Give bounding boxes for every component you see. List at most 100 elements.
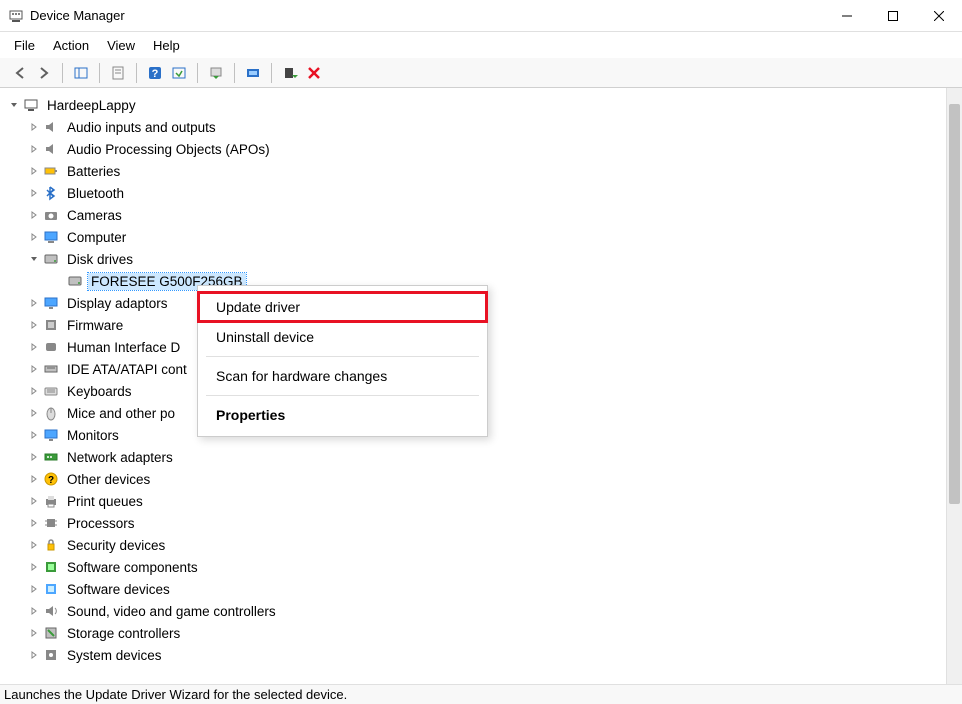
chevron-right-icon[interactable] [26, 427, 42, 443]
chevron-right-icon[interactable] [26, 185, 42, 201]
computer-icon [42, 228, 60, 246]
chevron-right-icon[interactable] [26, 361, 42, 377]
chevron-right-icon[interactable] [26, 339, 42, 355]
update-driver-button[interactable] [204, 61, 228, 85]
software-dev-icon [42, 580, 60, 598]
toolbar: ? [0, 58, 962, 88]
tree-node-label: Network adapters [64, 449, 176, 466]
chevron-right-icon[interactable] [26, 207, 42, 223]
tree-node[interactable]: Software devices [2, 578, 946, 600]
chevron-right-icon[interactable] [26, 581, 42, 597]
toolbar-separator [234, 63, 235, 83]
minimize-button[interactable] [824, 0, 870, 32]
chevron-down-icon[interactable] [6, 97, 22, 113]
close-button[interactable] [916, 0, 962, 32]
tree-node[interactable]: Processors [2, 512, 946, 534]
tree-node-label: HardeepLappy [44, 97, 139, 114]
statusbar: Launches the Update Driver Wizard for th… [0, 684, 962, 704]
tree-node-label: IDE ATA/ATAPI cont [64, 361, 190, 378]
computer-root-icon [22, 96, 40, 114]
menu-uninstall-device[interactable]: Uninstall device [198, 322, 487, 352]
menu-properties[interactable]: Properties [198, 400, 487, 430]
chevron-right-icon[interactable] [26, 449, 42, 465]
menu-view[interactable]: View [99, 36, 143, 55]
tree-node[interactable]: Audio inputs and outputs [2, 116, 946, 138]
back-button[interactable] [8, 61, 32, 85]
chevron-right-icon[interactable] [26, 163, 42, 179]
window-title: Device Manager [30, 8, 125, 23]
window-controls [824, 0, 962, 32]
tree-node[interactable]: Audio Processing Objects (APOs) [2, 138, 946, 160]
tree-node[interactable]: Security devices [2, 534, 946, 556]
tree-node-label: Processors [64, 515, 138, 532]
chevron-right-icon[interactable] [26, 493, 42, 509]
tree-node[interactable]: Batteries [2, 160, 946, 182]
tree-node[interactable]: Sound, video and game controllers [2, 600, 946, 622]
other-icon: ? [42, 470, 60, 488]
scrollbar-thumb[interactable] [949, 104, 960, 504]
chevron-down-icon[interactable] [26, 251, 42, 267]
tree-node[interactable]: HardeepLappy [2, 94, 946, 116]
show-hide-tree-button[interactable] [69, 61, 93, 85]
enable-device-button[interactable] [278, 61, 302, 85]
properties-button[interactable] [106, 61, 130, 85]
chevron-right-icon[interactable] [26, 405, 42, 421]
tree-node[interactable]: Computer [2, 226, 946, 248]
battery-icon [42, 162, 60, 180]
menu-update-driver[interactable]: Update driver [198, 292, 487, 322]
chevron-right-icon[interactable] [26, 229, 42, 245]
tree-node[interactable]: Network adapters [2, 446, 946, 468]
tree-node[interactable]: Software components [2, 556, 946, 578]
svg-text:?: ? [48, 475, 54, 486]
uninstall-button[interactable] [241, 61, 265, 85]
menu-scan-hardware[interactable]: Scan for hardware changes [198, 361, 487, 391]
tree-node-label: Keyboards [64, 383, 135, 400]
status-text: Launches the Update Driver Wizard for th… [4, 687, 347, 702]
menu-action[interactable]: Action [45, 36, 97, 55]
chevron-right-icon[interactable] [26, 141, 42, 157]
action-button[interactable] [167, 61, 191, 85]
forward-button[interactable] [32, 61, 56, 85]
menubar: File Action View Help [0, 32, 962, 58]
bluetooth-icon [42, 184, 60, 202]
tree-node[interactable]: Print queues [2, 490, 946, 512]
chevron-right-icon[interactable] [26, 317, 42, 333]
tree-node-label: Storage controllers [64, 625, 183, 642]
ide-icon [42, 360, 60, 378]
tree-node-label: Software devices [64, 581, 173, 598]
network-icon [42, 448, 60, 466]
chevron-right-icon[interactable] [26, 295, 42, 311]
menu-help[interactable]: Help [145, 36, 188, 55]
tree-node[interactable]: Bluetooth [2, 182, 946, 204]
svg-text:?: ? [152, 68, 159, 80]
tree-node[interactable]: System devices [2, 644, 946, 666]
maximize-button[interactable] [870, 0, 916, 32]
tree-node-label: Mice and other po [64, 405, 178, 422]
tree-node[interactable]: Disk drives [2, 248, 946, 270]
help-button[interactable]: ? [143, 61, 167, 85]
tree-node[interactable]: ? Other devices [2, 468, 946, 490]
tree-node[interactable]: Storage controllers [2, 622, 946, 644]
tree-node-label: Audio inputs and outputs [64, 119, 219, 136]
chevron-right-icon[interactable] [26, 515, 42, 531]
chevron-right-icon[interactable] [26, 559, 42, 575]
chevron-right-icon[interactable] [26, 625, 42, 641]
software-comp-icon [42, 558, 60, 576]
tree-node-label: Monitors [64, 427, 122, 444]
disable-device-button[interactable] [302, 61, 326, 85]
sound-icon [42, 602, 60, 620]
menu-file[interactable]: File [6, 36, 43, 55]
keyboard-icon [42, 382, 60, 400]
tree-node[interactable]: Cameras [2, 204, 946, 226]
hid-icon [42, 338, 60, 356]
vertical-scrollbar[interactable] [946, 88, 962, 684]
chevron-right-icon[interactable] [26, 647, 42, 663]
chevron-right-icon[interactable] [26, 603, 42, 619]
chevron-right-icon[interactable] [26, 471, 42, 487]
chevron-right-icon[interactable] [26, 119, 42, 135]
tree-node-label: Other devices [64, 471, 153, 488]
tree-node-label: Sound, video and game controllers [64, 603, 279, 620]
chevron-right-icon[interactable] [26, 383, 42, 399]
chevron-right-icon[interactable] [26, 537, 42, 553]
mouse-icon [42, 404, 60, 422]
